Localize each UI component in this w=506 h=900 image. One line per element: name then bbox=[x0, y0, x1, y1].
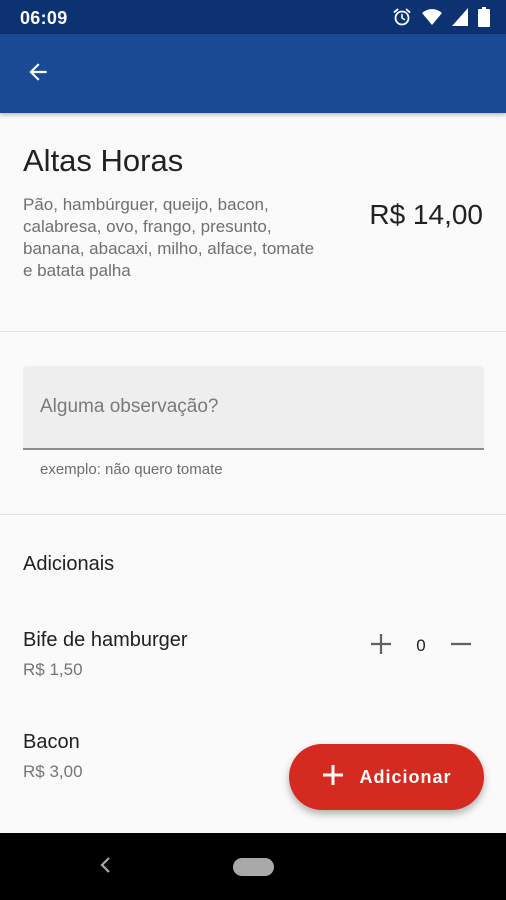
nav-home-pill[interactable] bbox=[233, 858, 274, 876]
app-bar bbox=[0, 34, 506, 113]
add-to-cart-button[interactable]: Adicionar bbox=[289, 744, 484, 810]
status-time: 06:09 bbox=[20, 8, 68, 28]
quantity-value: 0 bbox=[416, 636, 426, 655]
add-button-label: Adicionar bbox=[359, 766, 452, 787]
minus-icon bbox=[450, 633, 472, 660]
arrow-back-icon bbox=[25, 59, 51, 90]
back-button[interactable] bbox=[18, 54, 58, 94]
observation-field[interactable] bbox=[23, 366, 484, 450]
quantity-stepper: 0 bbox=[366, 631, 476, 661]
addon-price: R$ 3,00 bbox=[23, 762, 83, 781]
status-icons bbox=[392, 7, 490, 27]
product-name: Altas Horas bbox=[23, 143, 184, 178]
plus-icon bbox=[321, 763, 345, 792]
decrement-button[interactable] bbox=[446, 631, 476, 661]
system-nav-bar bbox=[0, 833, 506, 900]
divider bbox=[0, 514, 506, 515]
product-detail: Altas Horas Pão, hambúrguer, queijo, bac… bbox=[0, 113, 506, 833]
status-bar: 06:09 bbox=[0, 0, 506, 34]
alarm-icon bbox=[392, 7, 412, 27]
addon-name: Bife de hamburger bbox=[23, 629, 188, 651]
plus-icon bbox=[370, 633, 392, 660]
product-description: Pão, hambúrguer, queijo, bacon, calabres… bbox=[23, 195, 315, 280]
signal-icon bbox=[452, 8, 468, 26]
addon-name: Bacon bbox=[23, 731, 80, 753]
battery-icon bbox=[478, 7, 490, 27]
observation-input[interactable] bbox=[23, 366, 484, 448]
addons-title: Adicionais bbox=[23, 553, 115, 575]
addon-item: Bife de hamburger R$ 1,50 0 bbox=[0, 629, 506, 699]
nav-back-icon bbox=[99, 856, 111, 879]
nav-back-button[interactable] bbox=[94, 855, 116, 879]
increment-button[interactable] bbox=[366, 631, 396, 661]
observation-helper-text: exemplo: não quero tomate bbox=[40, 461, 223, 478]
wifi-icon bbox=[422, 8, 442, 26]
divider bbox=[0, 331, 506, 332]
product-price: R$ 14,00 bbox=[369, 199, 483, 230]
addon-price: R$ 1,50 bbox=[23, 660, 83, 679]
